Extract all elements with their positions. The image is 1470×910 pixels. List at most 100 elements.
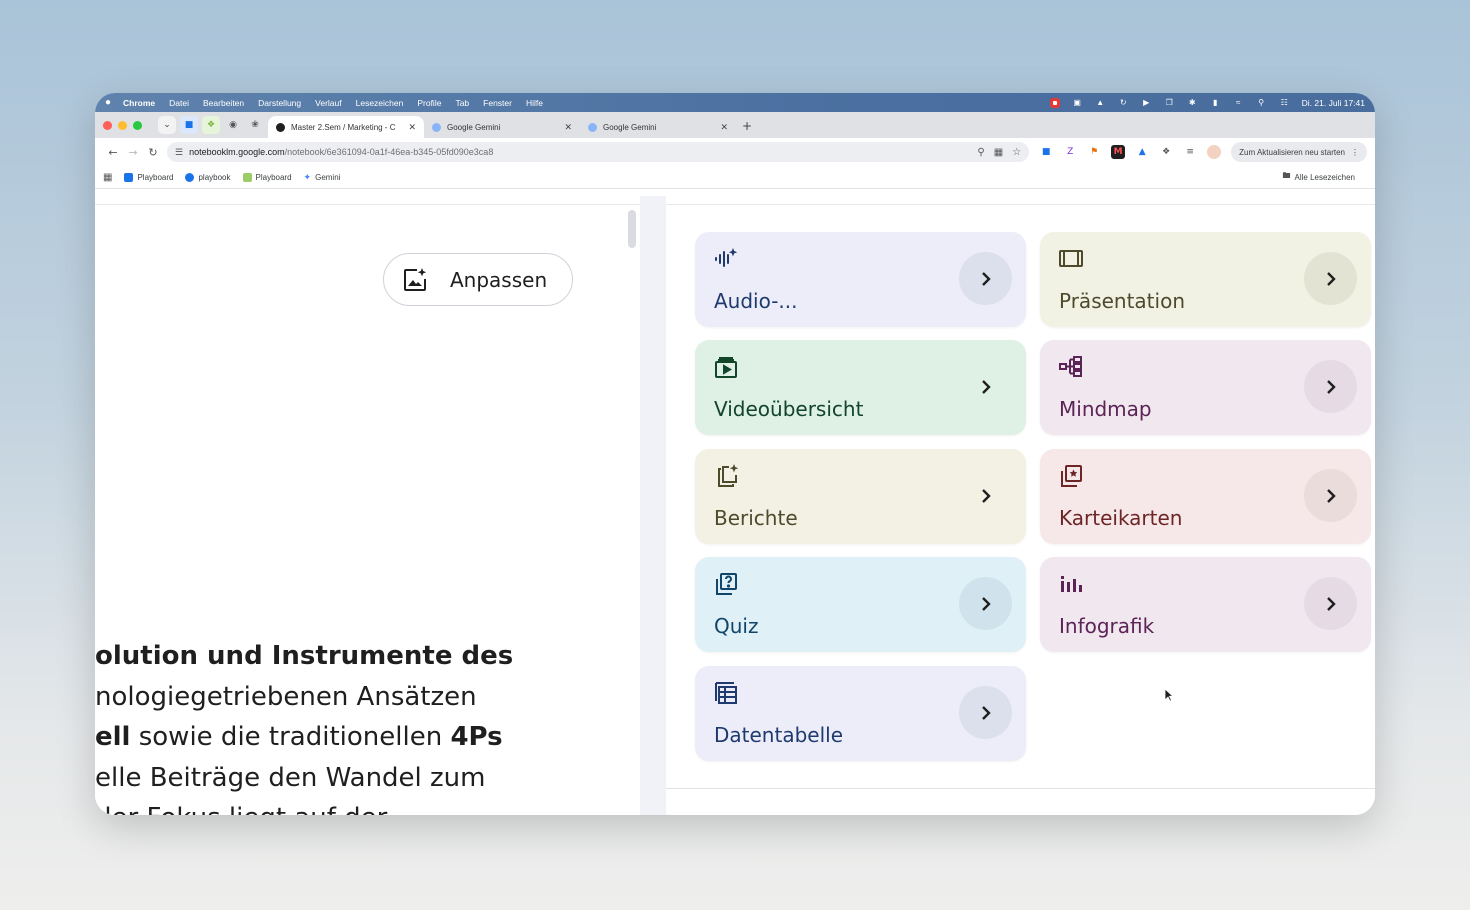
bookmark-favicon-icon — [242, 172, 252, 182]
extension-square-icon[interactable]: ■ — [1039, 145, 1053, 159]
summary-bold: ell — [95, 722, 131, 752]
studio-card-quiz[interactable]: Quiz — [695, 557, 1026, 652]
customize-button[interactable]: Anpassen — [383, 253, 573, 306]
play-icon[interactable]: ▶ — [1141, 98, 1152, 108]
bookmark-playboard-2[interactable]: Playboard — [242, 172, 292, 182]
profile-avatar-icon[interactable] — [1207, 145, 1222, 159]
mac-menu-bar: ● Chrome Datei Bearbeiten Darstellung Ve… — [95, 93, 1375, 112]
menu-history[interactable]: Verlauf — [315, 98, 341, 108]
menu-edit[interactable]: Bearbeiten — [203, 98, 244, 108]
battery-icon[interactable]: ▮ — [1210, 98, 1221, 108]
menu-help[interactable]: Hilfe — [526, 98, 543, 108]
chevron-right-icon[interactable] — [959, 360, 1012, 413]
infographic-icon — [1061, 576, 1082, 592]
tab-close-icon[interactable]: ✕ — [408, 122, 416, 133]
studio-card-video-overview[interactable]: Videoübersicht — [695, 340, 1026, 435]
tab-search-chevron-icon[interactable]: ⌄ — [158, 116, 176, 134]
extension-flag-icon[interactable]: ⚑ — [1087, 145, 1101, 159]
window-controls — [103, 112, 148, 138]
pinned-tab-playboard-icon[interactable]: ❖ — [202, 116, 220, 134]
menu-file[interactable]: Datei — [169, 98, 189, 108]
bookmark-favicon-icon — [124, 172, 134, 182]
studio-card-flashcards[interactable]: Karteikarten — [1040, 449, 1371, 544]
bookmark-playboard-1[interactable]: Playboard — [124, 172, 173, 182]
tab-bar: ⌄ ■ ❖ ◉ ❀ Master 2.Sem / Marketing - C ✕… — [95, 112, 1375, 138]
close-window-button[interactable] — [103, 120, 112, 130]
chevron-right-icon[interactable] — [1304, 469, 1357, 522]
mindmap-icon — [1059, 356, 1082, 377]
minimize-window-button[interactable] — [118, 120, 127, 130]
tab-title: Google Gemini — [447, 122, 501, 132]
chevron-right-icon[interactable] — [1304, 252, 1357, 305]
menubar-clock[interactable]: Di. 21. Juli 17:41 — [1302, 98, 1365, 108]
tab-close-icon[interactable]: ✕ — [564, 122, 572, 133]
studio-card-mindmap[interactable]: Mindmap — [1040, 340, 1371, 435]
back-arrow-icon[interactable]: ← — [103, 146, 123, 159]
studio-card-audio[interactable]: Audio-... — [695, 232, 1026, 327]
chevron-right-icon[interactable] — [959, 686, 1012, 739]
install-app-icon[interactable]: ▦ — [994, 147, 1003, 158]
screen-record-icon[interactable] — [1049, 97, 1060, 108]
all-bookmarks-label: Alle Lesezeichen — [1294, 172, 1355, 182]
drive-icon[interactable]: ▲ — [1095, 98, 1106, 108]
zoom-icon[interactable]: ⚲ — [977, 147, 984, 158]
all-bookmarks-folder[interactable]: 🖿 Alle Lesezeichen — [1283, 170, 1355, 184]
tab-gemini-1[interactable]: Google Gemini ✕ — [424, 116, 580, 138]
extension-z-icon[interactable]: Z — [1063, 145, 1077, 159]
chevron-right-icon[interactable] — [959, 577, 1012, 630]
studio-card-label: Quiz — [714, 614, 759, 638]
relaunch-update-button[interactable]: Zum Aktualisieren neu starten ⋮ — [1231, 142, 1367, 162]
tab-notebooklm[interactable]: Master 2.Sem / Marketing - C ✕ — [268, 116, 424, 138]
apple-menu-icon[interactable]: ● — [105, 97, 111, 108]
address-bar[interactable]: ☰ notebooklm.google.com /notebook/6e3610… — [167, 142, 1030, 162]
wifi-icon[interactable]: ≈ — [1233, 98, 1244, 108]
menu-window[interactable]: Fenster — [483, 98, 512, 108]
bookmark-star-icon[interactable]: ☆ — [1012, 147, 1021, 158]
chevron-right-icon[interactable] — [959, 252, 1012, 305]
studio-card-reports[interactable]: Berichte — [695, 449, 1026, 544]
studio-card-data-table[interactable]: Datentabelle — [695, 666, 1026, 761]
tab-close-icon[interactable]: ✕ — [720, 122, 728, 133]
menu-app-name[interactable]: Chrome — [123, 98, 155, 108]
chevron-right-icon[interactable] — [1304, 360, 1357, 413]
summary-line: nologiegetriebenen Ansätzen — [95, 681, 477, 712]
chat-scrollbar[interactable] — [628, 210, 636, 248]
studio-card-label: Videoübersicht — [714, 397, 864, 421]
menu-profiles[interactable]: Profile — [417, 98, 441, 108]
pinned-tab-chrome-icon[interactable]: ◉ — [224, 116, 242, 134]
bookmark-playbook[interactable]: playbook — [185, 172, 231, 182]
studio-card-presentation[interactable]: Präsentation — [1040, 232, 1371, 327]
menu-bookmarks[interactable]: Lesezeichen — [356, 98, 404, 108]
chevron-right-icon[interactable] — [1304, 577, 1357, 630]
menu-tab[interactable]: Tab — [455, 98, 469, 108]
bluetooth-icon[interactable]: ✱ — [1187, 98, 1198, 108]
new-tab-plus-icon[interactable]: + — [742, 119, 752, 133]
studio-card-infographic[interactable]: Infografik — [1040, 557, 1371, 652]
chevron-right-icon[interactable] — [959, 469, 1012, 522]
spotlight-search-icon[interactable]: ⚲ — [1256, 98, 1267, 108]
control-center-icon[interactable]: ☷ — [1279, 98, 1290, 108]
studio-card-label: Datentabelle — [714, 723, 843, 747]
studio-panel: Audio-... Präsentation Videoübersicht Mi… — [666, 196, 1375, 815]
pinned-tab-icon[interactable]: ■ — [180, 116, 198, 134]
forward-arrow-icon[interactable]: → — [123, 146, 143, 159]
media-queue-icon[interactable]: ≡ — [1183, 145, 1197, 159]
audio-spark-icon — [715, 248, 738, 267]
bookmark-gemini[interactable]: ✦ Gemini — [304, 172, 341, 183]
display-icon[interactable]: ▣ — [1072, 98, 1083, 108]
extension-drive-icon[interactable]: ▲ — [1135, 145, 1149, 159]
gemini-favicon-icon — [432, 122, 441, 132]
tab-gemini-2[interactable]: Google Gemini ✕ — [580, 116, 736, 138]
site-settings-icon[interactable]: ☰ — [175, 147, 183, 158]
maximize-window-button[interactable] — [133, 120, 142, 130]
apps-grid-icon[interactable]: ▦ — [103, 172, 112, 183]
extensions-puzzle-icon[interactable]: ❖ — [1159, 145, 1173, 159]
bookmark-favicon-icon — [185, 172, 195, 182]
window-switch-icon[interactable]: ❐ — [1164, 98, 1175, 108]
menu-view[interactable]: Darstellung — [258, 98, 301, 108]
summary-line: der Fokus liegt auf der — [95, 798, 513, 815]
extension-m-icon[interactable]: M — [1111, 145, 1126, 159]
pinned-tab-openai-icon[interactable]: ❀ — [246, 116, 264, 134]
sync-icon[interactable]: ↻ — [1118, 98, 1129, 108]
reload-icon[interactable]: ↻ — [143, 146, 163, 159]
